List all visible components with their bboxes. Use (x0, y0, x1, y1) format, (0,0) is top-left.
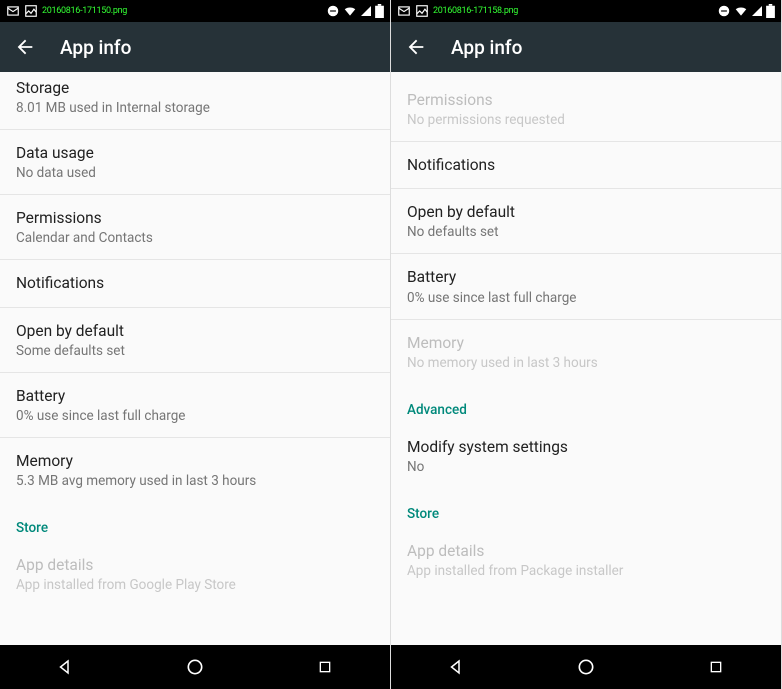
dnd-icon (717, 4, 731, 18)
row-battery[interactable]: Battery 0% use since last full charge (391, 254, 781, 319)
row-title: Modify system settings (407, 437, 765, 457)
wifi-icon (343, 4, 357, 18)
row-notifications[interactable]: Notifications (391, 142, 781, 189)
phone-left: 20160816-171150.png App info Storage 8.0… (0, 0, 391, 689)
image-icon (24, 4, 38, 18)
battery-icon (766, 4, 775, 18)
row-sub: 5.3 MB avg memory used in last 3 hours (16, 473, 374, 489)
row-open-by-default[interactable]: Open by default Some defaults set (0, 308, 390, 373)
row-memory[interactable]: Memory 5.3 MB avg memory used in last 3 … (0, 438, 390, 502)
row-memory: Memory No memory used in last 3 hours (391, 320, 781, 384)
row-title: Open by default (16, 321, 374, 341)
mail-icon (397, 4, 411, 18)
nav-bar (0, 645, 390, 689)
wifi-icon (734, 4, 748, 18)
row-storage[interactable]: Storage 8.01 MB used in Internal storage (0, 72, 390, 130)
row-open-by-default[interactable]: Open by default No defaults set (391, 189, 781, 254)
row-title: Permissions (16, 208, 374, 228)
row-sub: No data used (16, 165, 374, 181)
dnd-icon (326, 4, 340, 18)
section-header-store: Store (0, 502, 390, 542)
row-battery[interactable]: Battery 0% use since last full charge (0, 373, 390, 438)
back-button[interactable] (405, 36, 427, 58)
row-data-usage[interactable]: Data usage No data used (0, 130, 390, 195)
row-app-details: App details App installed from Google Pl… (0, 542, 390, 606)
row-title: Notifications (407, 155, 765, 175)
nav-back[interactable] (445, 656, 467, 678)
row-sub: 0% use since last full charge (16, 408, 374, 424)
content-area: Storage 8.01 MB used in Internal storage… (0, 72, 390, 645)
row-sub: 8.01 MB used in Internal storage (16, 100, 374, 116)
row-title: Storage (16, 78, 374, 98)
app-bar: App info (391, 22, 781, 72)
mail-icon (6, 4, 20, 18)
section-header-store: Store (391, 488, 781, 528)
row-sub: No memory used in last 3 hours (407, 355, 765, 371)
row-title: App details (16, 555, 374, 575)
row-sub: No (407, 459, 765, 475)
page-title: App info (451, 36, 522, 59)
nav-bar (391, 645, 781, 689)
row-sub: App installed from Google Play Store (16, 577, 374, 593)
row-modify-system-settings[interactable]: Modify system settings No (391, 424, 781, 488)
image-icon (415, 4, 429, 18)
row-title: App details (407, 541, 765, 561)
page-title: App info (60, 36, 131, 59)
status-filename: 20160816-171150.png (42, 6, 127, 16)
status-filename: 20160816-171158.png (433, 6, 518, 16)
section-header-advanced: Advanced (391, 384, 781, 424)
row-notifications[interactable]: Notifications (0, 260, 390, 307)
battery-icon (375, 4, 384, 18)
row-title: Memory (16, 451, 374, 471)
app-bar: App info (0, 22, 390, 72)
status-bar: 20160816-171158.png (391, 0, 781, 22)
row-title: Permissions (407, 90, 765, 110)
row-sub: App installed from Package installer (407, 563, 765, 579)
row-app-details: App details App installed from Package i… (391, 528, 781, 592)
row-title: Battery (407, 267, 765, 287)
content-area: Permissions No permissions requested Not… (391, 72, 781, 645)
row-sub: No defaults set (407, 224, 765, 240)
nav-home[interactable] (575, 656, 597, 678)
back-button[interactable] (14, 36, 36, 58)
row-sub: 0% use since last full charge (407, 290, 765, 306)
nav-home[interactable] (184, 656, 206, 678)
row-title: Notifications (16, 273, 374, 293)
row-permissions: Permissions No permissions requested (391, 72, 781, 142)
status-bar: 20160816-171150.png (0, 0, 390, 22)
row-title: Memory (407, 333, 765, 353)
row-sub: Some defaults set (16, 343, 374, 359)
signal-icon (751, 5, 763, 17)
row-title: Data usage (16, 143, 374, 163)
row-sub: No permissions requested (407, 112, 765, 128)
signal-icon (360, 5, 372, 17)
nav-recent[interactable] (705, 656, 727, 678)
row-permissions[interactable]: Permissions Calendar and Contacts (0, 195, 390, 260)
nav-back[interactable] (54, 656, 76, 678)
nav-recent[interactable] (314, 656, 336, 678)
phone-right: 20160816-171158.png App info Permissions… (391, 0, 782, 689)
row-title: Open by default (407, 202, 765, 222)
row-sub: Calendar and Contacts (16, 230, 374, 246)
row-title: Battery (16, 386, 374, 406)
